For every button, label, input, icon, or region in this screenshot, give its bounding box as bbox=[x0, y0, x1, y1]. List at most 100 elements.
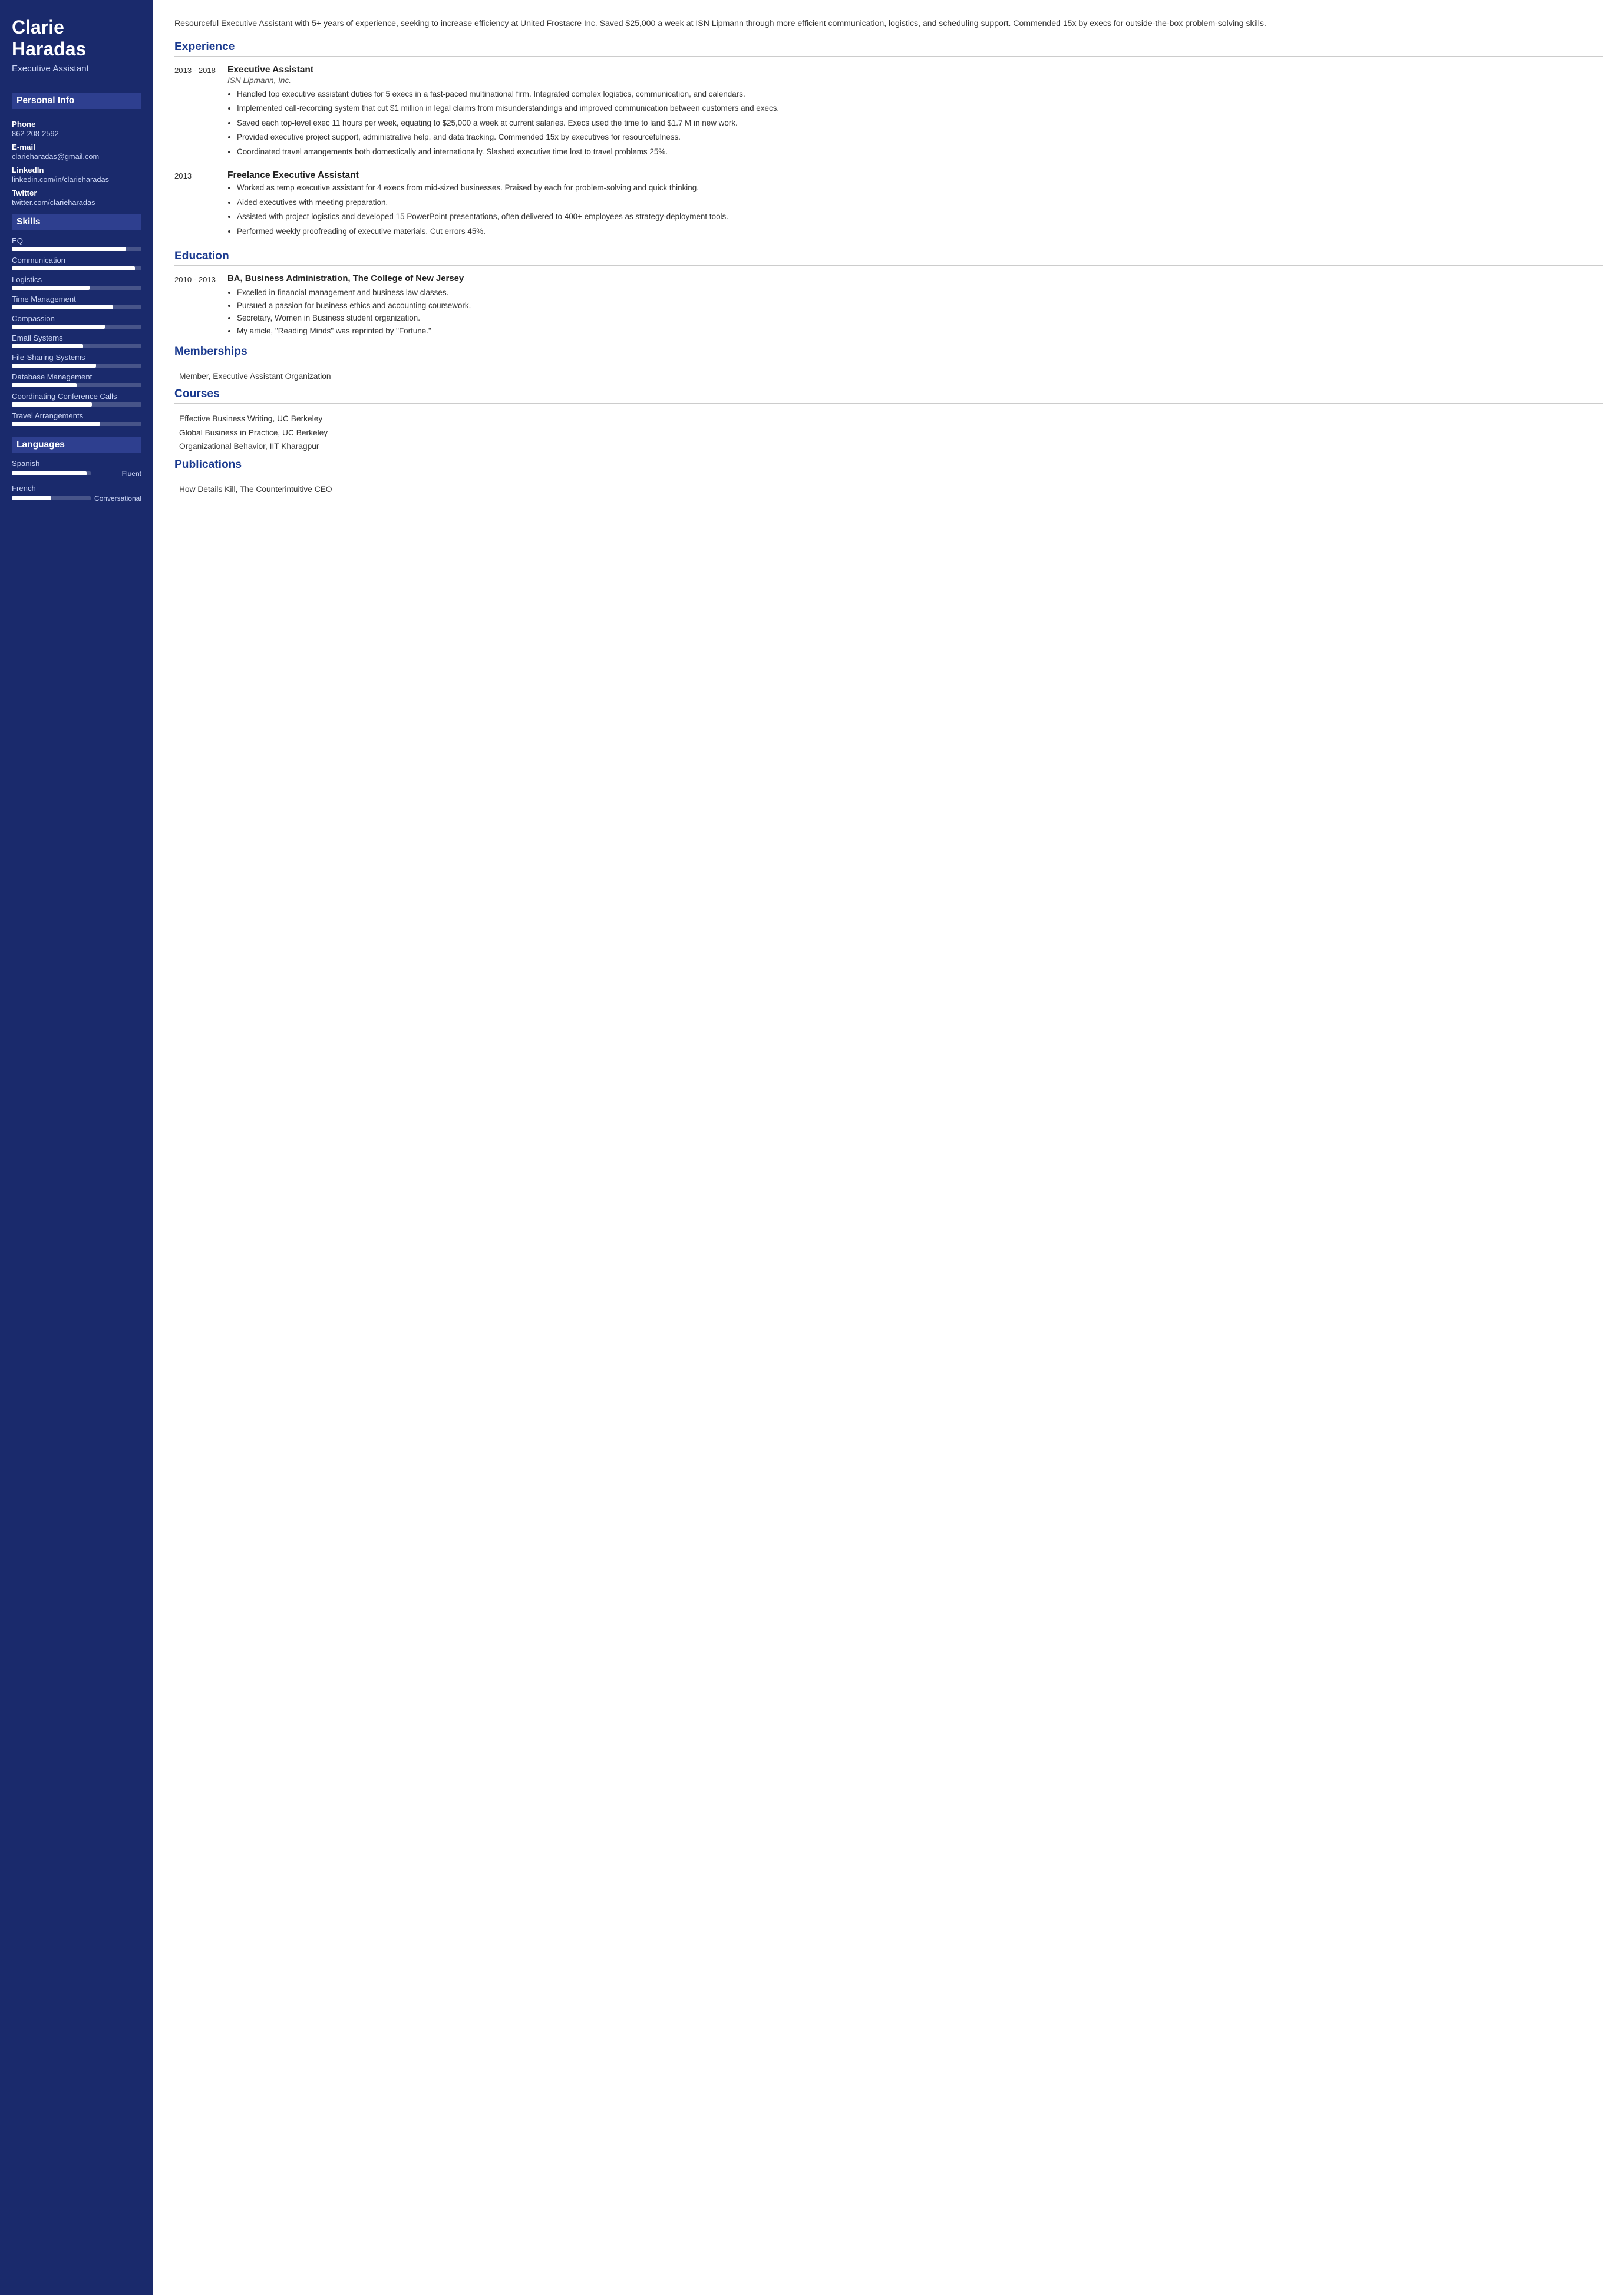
bullet-item: Aided executives with meeting preparatio… bbox=[237, 196, 1603, 209]
courses-section: Effective Business Writing, UC BerkeleyG… bbox=[174, 412, 1603, 453]
membership-item: Member, Executive Assistant Organization bbox=[174, 369, 1603, 383]
skill-name: Email Systems bbox=[12, 333, 141, 342]
experience-section: 2013 - 2018 Executive Assistant ISN Lipm… bbox=[174, 65, 1603, 240]
edu-bullets: Excelled in financial management and bus… bbox=[227, 286, 1603, 337]
summary-text: Resourceful Executive Assistant with 5+ … bbox=[174, 16, 1603, 30]
skill-bar-bg bbox=[12, 286, 141, 290]
personal-info-section: Phone862-208-2592 E-mailclarieharadas@gma… bbox=[12, 115, 141, 208]
language-level: Conversational bbox=[94, 494, 141, 503]
edu-dates: 2010 - 2013 bbox=[174, 274, 217, 337]
course-item: Effective Business Writing, UC Berkeley bbox=[174, 412, 1603, 425]
skill-name: File-Sharing Systems bbox=[12, 353, 141, 362]
bullet-item: Implemented call-recording system that c… bbox=[237, 102, 1603, 115]
bullet-item: Saved each top-level exec 11 hours per w… bbox=[237, 117, 1603, 130]
skill-bar-bg bbox=[12, 422, 141, 426]
education-section: 2010 - 2013 BA, Business Administration,… bbox=[174, 274, 1603, 337]
info-value: linkedin.com/in/clarieharadas bbox=[12, 175, 141, 184]
bullet-item: Performed weekly proofreading of executi… bbox=[237, 225, 1603, 238]
skill-bar-bg bbox=[12, 402, 141, 407]
languages-section: Spanish Fluent French Conversational bbox=[12, 459, 141, 508]
language-bar-row: Conversational bbox=[12, 494, 141, 503]
exp-content: Executive Assistant ISN Lipmann, Inc. Ha… bbox=[227, 65, 1603, 160]
exp-bullets: Worked as temp executive assistant for 4… bbox=[227, 181, 1603, 237]
memberships-section: Member, Executive Assistant Organization bbox=[174, 369, 1603, 383]
course-item: Global Business in Practice, UC Berkeley bbox=[174, 426, 1603, 440]
bullet-item: My article, "Reading Minds" was reprinte… bbox=[237, 325, 1603, 338]
bullet-item: Secretary, Women in Business student org… bbox=[237, 312, 1603, 325]
languages-header: Languages bbox=[12, 437, 141, 453]
info-value: 862-208-2592 bbox=[12, 129, 141, 138]
skill-bar-fill bbox=[12, 266, 135, 270]
info-value: twitter.com/clarieharadas bbox=[12, 198, 141, 207]
experience-entry: 2013 Freelance Executive Assistant Worke… bbox=[174, 170, 1603, 239]
skill-bar-fill bbox=[12, 247, 126, 251]
skill-bar-fill bbox=[12, 325, 105, 329]
skill-bar-fill bbox=[12, 402, 92, 407]
language-bar-fill bbox=[12, 496, 51, 500]
bullet-item: Excelled in financial management and bus… bbox=[237, 286, 1603, 299]
skill-name: EQ bbox=[12, 236, 141, 245]
skill-bar-bg bbox=[12, 325, 141, 329]
personal-info-header: Personal Info bbox=[12, 93, 141, 109]
exp-dates: 2013 bbox=[174, 170, 217, 239]
exp-dates: 2013 - 2018 bbox=[174, 65, 217, 160]
main-content: Resourceful Executive Assistant with 5+ … bbox=[153, 0, 1624, 2295]
exp-content: Freelance Executive Assistant Worked as … bbox=[227, 170, 1603, 239]
exp-job-title: Executive Assistant bbox=[227, 65, 1603, 75]
education-entry: 2010 - 2013 BA, Business Administration,… bbox=[174, 274, 1603, 337]
language-item: Spanish Fluent bbox=[12, 459, 141, 478]
edu-content: BA, Business Administration, The College… bbox=[227, 274, 1603, 337]
memberships-section-title: Memberships bbox=[174, 345, 1603, 361]
skill-name: Time Management bbox=[12, 295, 141, 303]
skill-name: Logistics bbox=[12, 275, 141, 284]
skill-bar-bg bbox=[12, 305, 141, 309]
skill-bar-fill bbox=[12, 364, 96, 368]
language-bar-row: Fluent bbox=[12, 470, 141, 478]
skill-name: Database Management bbox=[12, 372, 141, 381]
skill-name: Compassion bbox=[12, 314, 141, 323]
skill-bar-bg bbox=[12, 266, 141, 270]
exp-company: ISN Lipmann, Inc. bbox=[227, 76, 1603, 85]
publications-section-title: Publications bbox=[174, 458, 1603, 474]
skill-item: Travel Arrangements bbox=[12, 411, 141, 426]
skills-header: Skills bbox=[12, 214, 141, 230]
course-item: Organizational Behavior, IIT Kharagpur bbox=[174, 440, 1603, 453]
skill-bar-fill bbox=[12, 383, 77, 387]
candidate-name: ClarieHaradas bbox=[12, 16, 141, 60]
sidebar: ClarieHaradas Executive Assistant Person… bbox=[0, 0, 153, 2295]
bullet-item: Provided executive project support, admi… bbox=[237, 131, 1603, 144]
candidate-title: Executive Assistant bbox=[12, 64, 141, 74]
skill-item: EQ bbox=[12, 236, 141, 251]
skill-bar-fill bbox=[12, 344, 83, 348]
info-value: clarieharadas@gmail.com bbox=[12, 152, 141, 161]
skill-bar-fill bbox=[12, 286, 90, 290]
skill-name: Travel Arrangements bbox=[12, 411, 141, 420]
education-section-title: Education bbox=[174, 250, 1603, 266]
skill-bar-fill bbox=[12, 422, 100, 426]
language-bar-bg bbox=[12, 471, 91, 475]
experience-section-title: Experience bbox=[174, 41, 1603, 57]
language-bar-fill bbox=[12, 471, 87, 475]
language-name: French bbox=[12, 484, 141, 493]
skill-item: Time Management bbox=[12, 295, 141, 309]
bullet-item: Worked as temp executive assistant for 4… bbox=[237, 181, 1603, 194]
bullet-item: Coordinated travel arrangements both dom… bbox=[237, 146, 1603, 158]
skills-section: EQ Communication Logistics Time Manageme… bbox=[12, 236, 141, 431]
courses-section-title: Courses bbox=[174, 388, 1603, 404]
exp-job-title: Freelance Executive Assistant bbox=[227, 170, 1603, 181]
info-label: Twitter bbox=[12, 189, 141, 197]
info-label: E-mail bbox=[12, 143, 141, 151]
language-item: French Conversational bbox=[12, 484, 141, 503]
info-label: Phone bbox=[12, 120, 141, 128]
skill-name: Communication bbox=[12, 256, 141, 265]
skill-bar-bg bbox=[12, 383, 141, 387]
language-level: Fluent bbox=[94, 470, 141, 478]
skill-item: Database Management bbox=[12, 372, 141, 387]
skill-bar-bg bbox=[12, 247, 141, 251]
bullet-item: Pursued a passion for business ethics an… bbox=[237, 299, 1603, 312]
skill-bar-bg bbox=[12, 344, 141, 348]
exp-bullets: Handled top executive assistant duties f… bbox=[227, 88, 1603, 158]
edu-degree: BA, Business Administration, The College… bbox=[227, 274, 1603, 283]
skill-bar-bg bbox=[12, 364, 141, 368]
skill-item: Coordinating Conference Calls bbox=[12, 392, 141, 407]
